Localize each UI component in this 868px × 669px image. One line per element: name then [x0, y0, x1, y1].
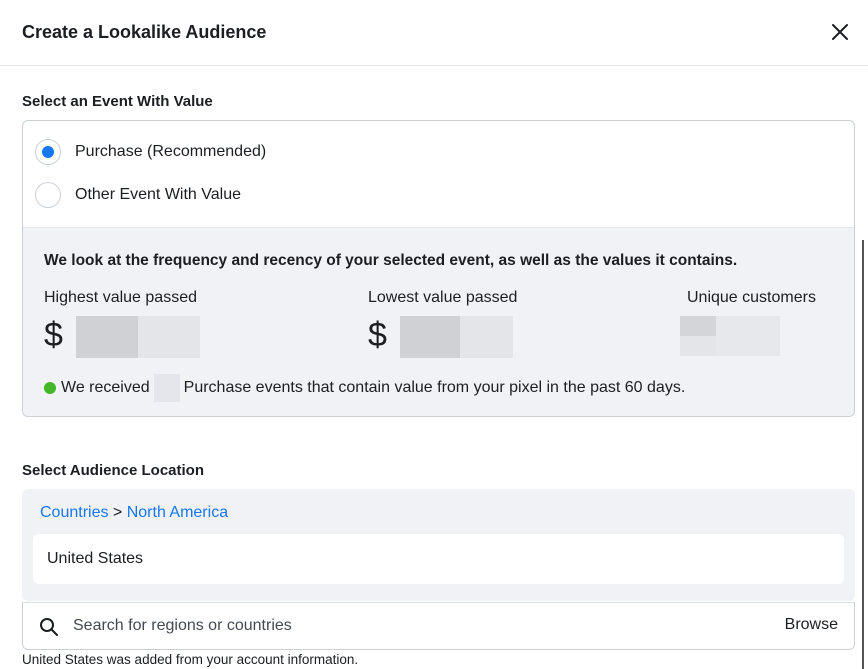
dialog-header: Create a Lookalike Audience [0, 0, 868, 66]
dialog-title: Create a Lookalike Audience [22, 22, 267, 42]
redacted-value [680, 316, 716, 336]
redacted-value [680, 336, 716, 356]
event-selector: Purchase (Recommended) Other Event With … [22, 120, 855, 417]
info-heading: We look at the frequency and recency of … [44, 252, 738, 269]
search-icon [40, 618, 58, 636]
lowest-value-currency: $ [368, 316, 387, 354]
event-received-status: We received Purchase events that contain… [44, 374, 685, 402]
highest-value-currency: $ [44, 316, 63, 354]
browse-button[interactable]: Browse [785, 616, 838, 634]
event-section-label: Select an Event With Value [22, 93, 213, 110]
redacted-value [138, 316, 200, 358]
redacted-value [76, 316, 138, 358]
received-prefix: We received [61, 379, 150, 396]
radio-label: Purchase (Recommended) [75, 143, 267, 160]
redacted-value [716, 316, 780, 356]
breadcrumb-separator: > [108, 504, 127, 521]
received-suffix: Purchase events that contain value from … [183, 379, 686, 396]
location-section-label: Select Audience Location [22, 462, 204, 479]
radio-option-purchase[interactable]: Purchase (Recommended) [35, 137, 266, 167]
redacted-value [460, 316, 513, 358]
selected-location-label: United States [47, 550, 144, 567]
radio-option-other-event[interactable]: Other Event With Value [35, 180, 241, 210]
breadcrumb: Countries > North America [40, 504, 228, 522]
radio-button[interactable] [35, 182, 61, 208]
radio-label: Other Event With Value [75, 186, 241, 203]
selected-location-item[interactable]: United States [33, 534, 844, 584]
location-search-box: Browse [22, 602, 855, 650]
highest-value-label: Highest value passed [44, 289, 197, 306]
breadcrumb-north-america[interactable]: North America [127, 504, 228, 521]
location-footnote: United States was added from your accoun… [22, 652, 359, 667]
scrollbar[interactable] [862, 240, 864, 669]
close-icon[interactable] [828, 20, 852, 44]
status-dot-icon [44, 382, 56, 394]
redacted-count [153, 374, 180, 402]
radio-button-checked[interactable] [35, 139, 61, 165]
lowest-value-label: Lowest value passed [368, 289, 518, 306]
event-info-panel: We look at the frequency and recency of … [23, 227, 854, 416]
location-selector: Countries > North America United States [22, 489, 855, 601]
location-search-input[interactable] [73, 611, 753, 641]
unique-customers-label: Unique customers [687, 289, 816, 306]
breadcrumb-countries[interactable]: Countries [40, 504, 108, 521]
redacted-value [400, 316, 460, 358]
